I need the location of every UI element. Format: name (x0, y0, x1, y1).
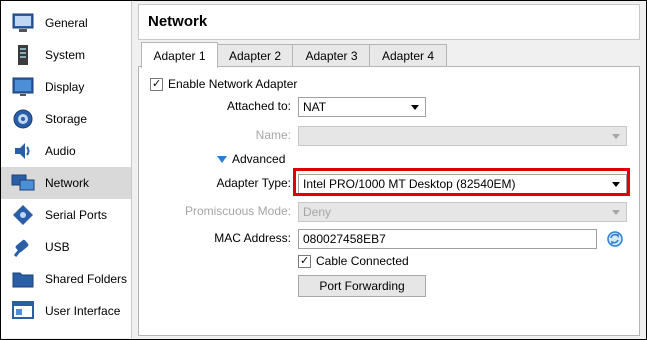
advanced-toggle[interactable]: Advanced (232, 152, 285, 166)
expand-triangle-icon[interactable] (217, 156, 227, 163)
audio-icon (11, 139, 35, 163)
system-icon (11, 43, 35, 67)
storage-icon (11, 107, 35, 131)
port-forwarding-button[interactable]: Port Forwarding (298, 275, 426, 297)
network-icon (11, 171, 35, 195)
sidebar-item-display[interactable]: Display (1, 71, 131, 103)
page-title: Network (148, 13, 208, 30)
page-header: Network (138, 4, 640, 40)
sidebar-item-label: System (45, 48, 86, 62)
checkmark-icon: ✓ (152, 78, 162, 90)
tab-adapter-3[interactable]: Adapter 3 (292, 44, 371, 67)
sidebar-item-label: USB (45, 240, 70, 254)
sidebar-item-label: Serial Ports (45, 208, 108, 222)
attached-to-select[interactable]: NAT (298, 97, 426, 117)
serial-ports-icon (11, 203, 35, 227)
sidebar-item-general[interactable]: General (1, 7, 131, 39)
attached-to-value: NAT (303, 100, 327, 114)
checkmark-icon: ✓ (300, 255, 310, 267)
adapter-tab-panel: ✓ Enable Network Adapter Attached to: NA… (138, 66, 640, 336)
enable-adapter-checkbox[interactable]: ✓ (150, 78, 163, 91)
promiscuous-mode-label: Promiscuous Mode: (184, 204, 291, 218)
sidebar-item-user-interface[interactable]: User Interface (1, 295, 131, 327)
mac-address-field[interactable]: 080027458EB7 (298, 229, 597, 249)
name-label: Name: (255, 128, 291, 142)
highlight-box (293, 168, 630, 196)
settings-sidebar: General System Display Storage Audio Net… (1, 1, 132, 338)
display-icon (11, 75, 35, 99)
attached-to-label: Attached to: (226, 99, 291, 113)
refresh-mac-icon[interactable] (606, 230, 624, 248)
network-settings-panel: Network Adapter 1 Adapter 2 Adapter 3 Ad… (138, 4, 640, 336)
sidebar-item-label: Network (45, 176, 90, 190)
sidebar-item-usb[interactable]: USB (1, 231, 131, 263)
sidebar-item-label: Display (45, 80, 85, 94)
sidebar-item-audio[interactable]: Audio (1, 135, 131, 167)
tab-adapter-4[interactable]: Adapter 4 (369, 44, 447, 67)
sidebar-item-system[interactable]: System (1, 39, 131, 71)
shared-folders-icon (11, 267, 35, 291)
promiscuous-mode-select[interactable]: Deny (298, 202, 627, 222)
cable-connected-label: Cable Connected (316, 254, 409, 268)
user-interface-icon (11, 299, 35, 323)
tab-adapter-2[interactable]: Adapter 2 (216, 44, 294, 67)
enable-adapter-label: Enable Network Adapter (168, 77, 298, 91)
sidebar-item-serial-ports[interactable]: Serial Ports (1, 199, 131, 231)
sidebar-item-label: User Interface (45, 304, 121, 318)
sidebar-item-label: Storage (45, 112, 88, 126)
chevron-down-icon (612, 134, 620, 139)
sidebar-item-label: General (45, 16, 88, 30)
sidebar-item-shared-folders[interactable]: Shared Folders (1, 263, 131, 295)
general-icon (11, 11, 35, 35)
mac-address-label: MAC Address: (214, 231, 291, 245)
chevron-down-icon (411, 105, 419, 110)
sidebar-item-storage[interactable]: Storage (1, 103, 131, 135)
usb-icon (11, 235, 35, 259)
sidebar-item-network[interactable]: Network (1, 167, 131, 199)
mac-address-value: 080027458EB7 (303, 232, 386, 246)
cable-connected-checkbox[interactable]: ✓ (298, 255, 311, 268)
adapter-type-label: Adapter Type: (216, 176, 292, 190)
chevron-down-icon (612, 210, 620, 215)
sidebar-item-label: Audio (45, 144, 76, 158)
name-select[interactable] (298, 126, 627, 146)
tab-adapter-1[interactable]: Adapter 1 (141, 42, 218, 68)
sidebar-item-label: Shared Folders (45, 272, 128, 286)
promiscuous-mode-value: Deny (303, 205, 332, 219)
